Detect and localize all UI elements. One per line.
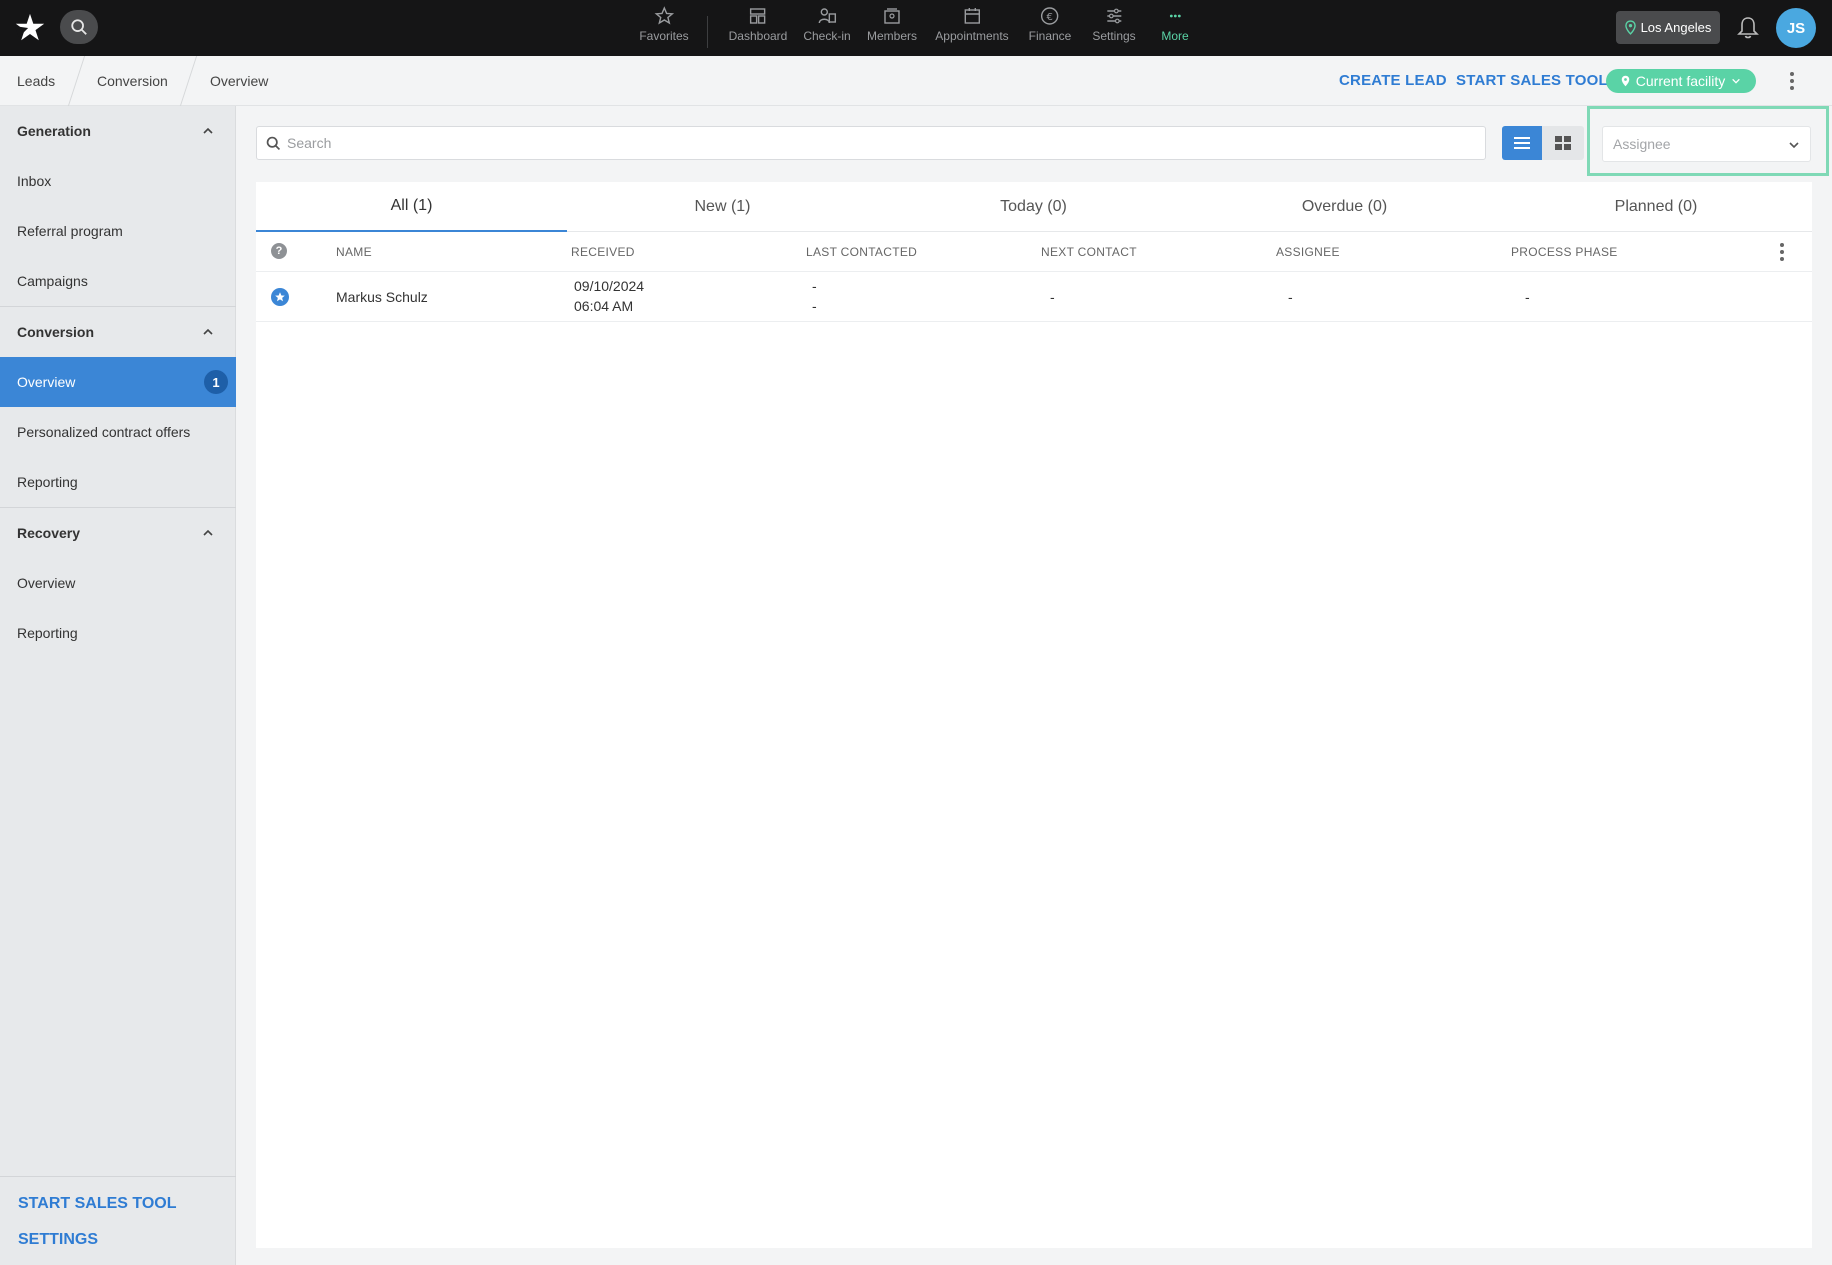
sliders-icon [1106, 8, 1121, 24]
nav-appointments[interactable]: Appointments [935, 6, 1009, 43]
tab-today[interactable]: Today (0) [878, 182, 1189, 232]
last-contacted-value: - [812, 298, 817, 314]
nav-members[interactable]: Members [867, 6, 917, 43]
favorite-star-icon[interactable] [271, 288, 289, 306]
table-row[interactable]: Markus Schulz 09/10/2024 06:04 AM - - - … [256, 272, 1812, 322]
sidebar-item-inbox[interactable]: Inbox [0, 156, 236, 206]
page-options-kebab-icon[interactable] [1782, 71, 1802, 91]
nav-dashboard[interactable]: Dashboard [729, 6, 787, 43]
column-header-last-contacted[interactable]: LAST CONTACTED [806, 245, 917, 259]
chevron-up-icon [203, 127, 213, 134]
sidebar-settings-link[interactable]: SETTINGS [18, 1231, 98, 1249]
sidebar-item-conversion-overview[interactable]: Overview 1 [0, 357, 236, 407]
nav-divider [707, 16, 708, 48]
sidebar-item-campaigns[interactable]: Campaigns [0, 256, 236, 306]
grid-icon [1555, 136, 1571, 150]
grid-view-button[interactable] [1542, 126, 1584, 160]
breadcrumb-overview: Overview [210, 73, 269, 89]
next-contact-value: - [1050, 289, 1055, 305]
sidebar-item-recovery-reporting[interactable]: Reporting [0, 608, 236, 658]
dashboard-icon [750, 8, 766, 24]
sidebar-divider [0, 1176, 236, 1177]
start-sales-tool-button[interactable]: START SALES TOOL [1456, 72, 1608, 89]
chevron-up-icon [203, 328, 213, 335]
location-selector[interactable]: Los Angeles [1616, 11, 1720, 44]
breadcrumb-conversion[interactable]: Conversion [97, 73, 168, 89]
nav-settings[interactable]: Settings [1092, 6, 1136, 43]
sidebar-start-sales-tool-link[interactable]: START SALES TOOL [18, 1195, 177, 1213]
column-header-name[interactable]: NAME [336, 245, 372, 259]
chevron-down-icon [1789, 142, 1799, 149]
lead-search [256, 126, 1486, 160]
list-icon [1514, 137, 1530, 149]
help-icon[interactable]: ? [271, 243, 287, 259]
check-in-icon [818, 8, 836, 24]
sidebar-item-conversion-reporting[interactable]: Reporting [0, 457, 236, 507]
chevron-down-icon [1732, 78, 1741, 84]
column-header-received[interactable]: RECEIVED [571, 245, 635, 259]
more-icon [1169, 14, 1181, 18]
sidebar-section-generation[interactable]: Generation [0, 106, 236, 156]
received-time: 06:04 AM [574, 298, 634, 314]
sidebar-item-referral-program[interactable]: Referral program [0, 206, 236, 256]
svg-text:€: € [1047, 12, 1053, 23]
table-header: ? NAME RECEIVED LAST CONTACTED NEXT CONT… [256, 232, 1812, 272]
list-view-button[interactable] [1502, 126, 1542, 160]
sidebar-item-recovery-overview[interactable]: Overview [0, 558, 236, 608]
column-header-process-phase[interactable]: PROCESS PHASE [1511, 245, 1618, 259]
calendar-icon [964, 8, 980, 24]
breadcrumb-leads[interactable]: Leads [17, 73, 55, 89]
sub-header: Leads Conversion Overview CREATE LEAD ST… [0, 56, 1832, 106]
count-badge: 1 [204, 370, 228, 394]
process-phase-value: - [1525, 289, 1530, 305]
create-lead-button[interactable]: CREATE LEAD [1339, 72, 1447, 89]
star-icon [654, 6, 674, 25]
nav-finance[interactable]: € Finance [1029, 6, 1071, 43]
sidebar-item-personalized-contract-offers[interactable]: Personalized contract offers [0, 407, 236, 457]
tab-all[interactable]: All (1) [256, 182, 567, 232]
lead-tabs: All (1) New (1) Today (0) Overdue (0) Pl… [256, 182, 1812, 232]
assignee-value: - [1288, 289, 1293, 305]
members-icon [884, 8, 900, 24]
column-options-kebab-icon[interactable] [1772, 242, 1792, 262]
column-header-assignee[interactable]: ASSIGNEE [1276, 245, 1340, 259]
last-contacted-value: - [812, 278, 817, 294]
current-facility-dropdown[interactable]: Current facility [1606, 69, 1756, 93]
sidebar: Generation Inbox Referral program Campai… [0, 106, 236, 1265]
lead-name[interactable]: Markus Schulz [336, 289, 428, 305]
sidebar-section-recovery[interactable]: Recovery [0, 508, 236, 558]
location-pin-icon [1624, 20, 1636, 35]
leads-card: All (1) New (1) Today (0) Overdue (0) Pl… [256, 182, 1812, 1248]
tab-overdue[interactable]: Overdue (0) [1189, 182, 1500, 232]
notifications-bell-icon[interactable] [1736, 15, 1760, 41]
nav-check-in[interactable]: Check-in [803, 6, 851, 43]
main-nav: Favorites Dashboard Check-in Members App… [0, 6, 1832, 50]
sidebar-section-conversion[interactable]: Conversion [0, 307, 236, 357]
nav-favorites[interactable]: Favorites [639, 6, 689, 43]
top-bar: Favorites Dashboard Check-in Members App… [0, 0, 1832, 56]
location-pin-icon [1621, 75, 1630, 87]
assignee-dropdown[interactable]: Assignee [1602, 126, 1811, 162]
search-input[interactable] [287, 127, 1477, 159]
tab-planned[interactable]: Planned (0) [1500, 182, 1812, 232]
nav-more[interactable]: More [1161, 6, 1189, 43]
received-date: 09/10/2024 [574, 278, 645, 294]
chevron-up-icon [203, 529, 213, 536]
user-avatar[interactable]: JS [1776, 8, 1816, 48]
tab-new[interactable]: New (1) [567, 182, 878, 232]
euro-icon: € [1041, 7, 1059, 25]
search-icon [266, 136, 281, 151]
column-header-next-contact[interactable]: NEXT CONTACT [1041, 245, 1137, 259]
